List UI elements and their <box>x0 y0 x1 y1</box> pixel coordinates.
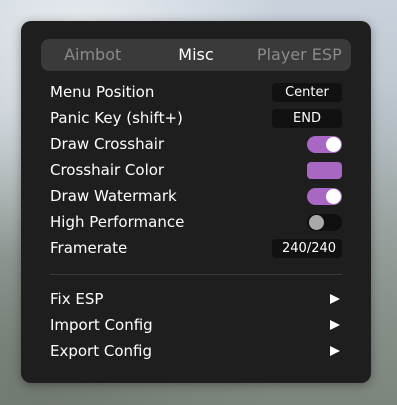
high-performance-label: High Performance <box>50 213 185 231</box>
panic-key-button[interactable]: END <box>272 108 342 128</box>
action-fix-esp[interactable]: Fix ESP <box>50 289 342 309</box>
panic-key-label: Panic Key (shift+) <box>50 109 183 127</box>
framerate-input[interactable]: 240/240 <box>272 238 342 258</box>
setting-high-performance: High Performance <box>50 212 342 232</box>
menu-position-select[interactable]: Center <box>272 82 342 102</box>
right-arrow-icon <box>330 320 340 330</box>
draw-crosshair-label: Draw Crosshair <box>50 135 165 153</box>
setting-draw-watermark: Draw Watermark <box>50 186 342 206</box>
toggle-knob <box>326 136 341 152</box>
tab-aimbot[interactable]: Aimbot <box>41 39 144 71</box>
setting-crosshair-color: Crosshair Color <box>50 160 342 180</box>
framerate-label: Framerate <box>50 239 128 257</box>
draw-watermark-label: Draw Watermark <box>50 187 177 205</box>
menu-panel: Aimbot Misc Player ESP Menu Position Cen… <box>21 21 371 383</box>
setting-menu-position: Menu Position Center <box>50 82 342 102</box>
action-import-config[interactable]: Import Config <box>50 315 342 335</box>
high-performance-toggle[interactable] <box>307 213 342 231</box>
export-config-label: Export Config <box>50 342 152 360</box>
setting-framerate: Framerate 240/240 <box>50 238 342 258</box>
tab-misc[interactable]: Misc <box>144 39 247 71</box>
menu-position-label: Menu Position <box>50 83 155 101</box>
right-arrow-icon <box>330 346 340 356</box>
setting-panic-key: Panic Key (shift+) END <box>50 108 342 128</box>
tab-player-esp[interactable]: Player ESP <box>248 39 351 71</box>
crosshair-color-swatch[interactable] <box>307 161 342 179</box>
action-export-config[interactable]: Export Config <box>50 341 342 361</box>
toggle-knob <box>326 188 341 204</box>
right-arrow-icon <box>330 294 340 304</box>
draw-watermark-toggle[interactable] <box>307 187 342 205</box>
draw-crosshair-toggle[interactable] <box>307 135 342 153</box>
divider <box>50 274 342 275</box>
tab-bar: Aimbot Misc Player ESP <box>41 39 351 71</box>
toggle-knob <box>309 214 324 230</box>
fix-esp-label: Fix ESP <box>50 290 104 308</box>
import-config-label: Import Config <box>50 316 153 334</box>
crosshair-color-label: Crosshair Color <box>50 161 165 179</box>
setting-draw-crosshair: Draw Crosshair <box>50 134 342 154</box>
